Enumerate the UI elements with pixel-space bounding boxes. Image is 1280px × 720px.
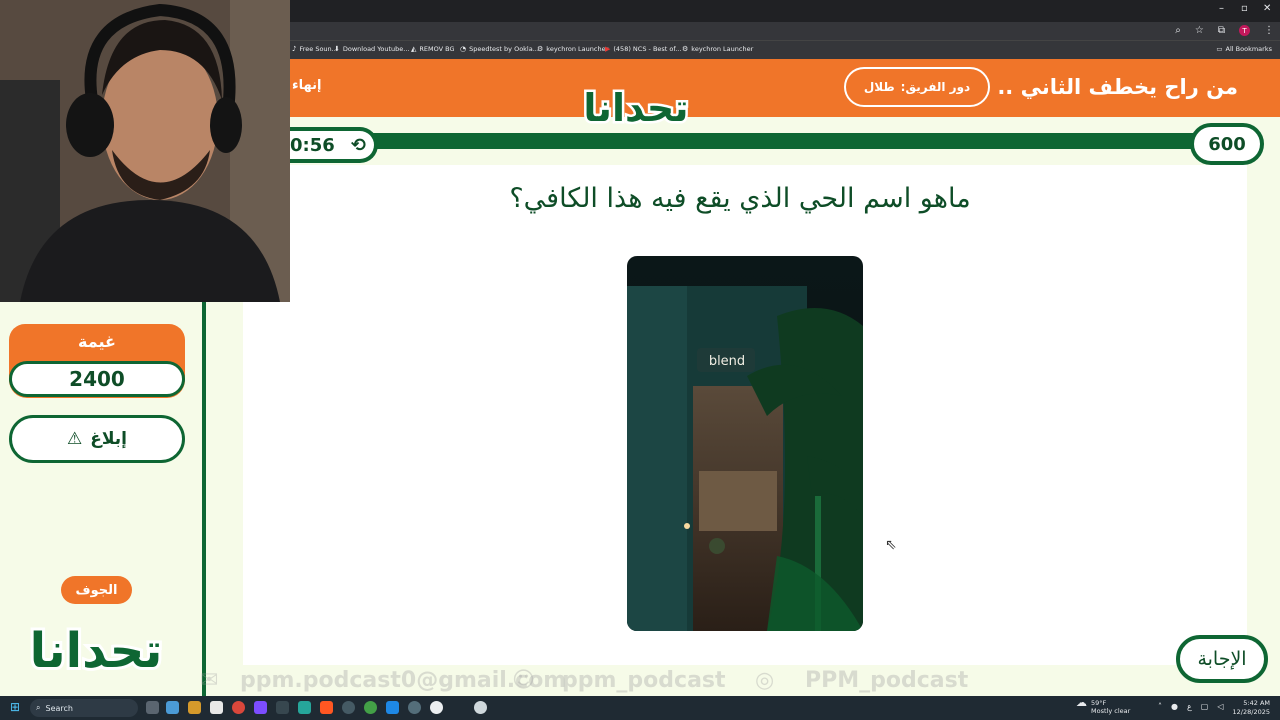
region-badge: الجوف: [61, 576, 132, 604]
chrome-icon[interactable]: [232, 701, 245, 714]
all-bookmarks-label: All Bookmarks: [1225, 45, 1272, 53]
watermark-snap: ppm_podcast: [562, 668, 726, 693]
app-icon[interactable]: [166, 701, 179, 714]
header-question: من راح يخطف الثاني ..: [997, 75, 1238, 99]
steam-icon[interactable]: [386, 701, 399, 714]
mail-icon: ✉: [200, 668, 219, 693]
bookmark-item[interactable]: ⚙ keychron Launcher: [537, 45, 608, 53]
question-text: ماهو اسم الحي الذي يقع فيه هذا الكافي؟: [509, 183, 971, 214]
question-points: 600: [1190, 123, 1264, 165]
microphone-icon[interactable]: ●: [1171, 702, 1178, 711]
app-icon[interactable]: [408, 701, 421, 714]
game-header: من راح يخطف الثاني .. دور الفريق: طلال إ…: [290, 59, 1280, 117]
bookmark-favicon-icon: ⚙: [682, 45, 689, 53]
app-icon[interactable]: [342, 701, 355, 714]
webcam-feed: [0, 0, 290, 302]
close-window-button[interactable]: ✕: [1263, 3, 1271, 14]
mouse-cursor-icon: ⇖: [885, 537, 897, 553]
cafe-photo: blend: [627, 256, 863, 631]
watermark-insta: PPM_podcast: [805, 668, 969, 693]
bookmark-item[interactable]: ⚙ keychron Launcher: [682, 45, 753, 53]
team-score: 2400: [9, 361, 185, 397]
report-button[interactable]: إبلاغ ⚠: [9, 415, 185, 463]
progress-bar: [290, 133, 1240, 149]
app-icon[interactable]: [474, 701, 487, 714]
clock-time: 5:42 AM: [1243, 699, 1270, 707]
screen: – ▫ ✕ ⌕ ☆ ⧉ T ⋮ ♪ Free Soun... ⬇ Download …: [0, 0, 1280, 720]
bookmark-item[interactable]: ⬇ Download Youtube...: [334, 45, 409, 53]
timer-value: 0:56: [290, 134, 335, 156]
cafe-sign-text: blend: [709, 354, 745, 369]
bookmark-star-icon[interactable]: ☆: [1195, 25, 1204, 36]
bookmark-favicon-icon: ◔: [460, 45, 467, 53]
end-game-button[interactable]: إنهاء: [290, 78, 330, 93]
obs-icon[interactable]: [430, 701, 443, 714]
volume-icon[interactable]: ◁: [1217, 702, 1223, 711]
search-icon: ⌕: [36, 703, 41, 712]
bookmark-item[interactable]: ◔ Speedtest by Ookla...: [460, 45, 539, 53]
weather-widget[interactable]: ☁ 59°F Mostly clear: [1076, 696, 1131, 715]
timer-reset-icon[interactable]: ⟲: [351, 135, 366, 156]
clock-date: 12/28/2025: [1232, 707, 1270, 716]
bookmark-label: keychron Launcher: [691, 45, 754, 53]
profile-avatar[interactable]: T: [1239, 25, 1250, 36]
bookmark-favicon-icon: ⬇: [334, 45, 340, 53]
weather-text: Mostly clear: [1091, 707, 1131, 715]
snapchat-icon: ☺: [512, 668, 535, 693]
team-sidebar: غيمة 2400 إبلاغ ⚠ الجوف تحدانا: [0, 299, 206, 696]
instagram-icon: ◎: [755, 668, 775, 693]
file-explorer-icon[interactable]: [188, 701, 201, 714]
team-turn-pill: دور الفريق: طلال: [844, 67, 990, 107]
webcam-overlay: [0, 0, 290, 302]
menu-icon[interactable]: ⋮: [1264, 25, 1274, 36]
brave-icon[interactable]: [320, 701, 333, 714]
bookmark-item[interactable]: ▶ (458) NCS - Best of...: [605, 45, 681, 53]
taskbar-search[interactable]: ⌕ Search: [30, 699, 138, 717]
folder-icon: ▭: [1216, 45, 1223, 53]
app-icon[interactable]: [298, 701, 311, 714]
extensions-icon[interactable]: ⧉: [1218, 25, 1225, 36]
team-name: غيمة: [78, 332, 116, 351]
bookmark-label: Speedtest by Ookla...: [469, 45, 539, 53]
language-indicator[interactable]: ع: [1187, 702, 1192, 711]
taskbar-clock[interactable]: 5:42 AM 12/28/2025: [1233, 699, 1270, 716]
question-photo: blend: [627, 256, 863, 631]
turn-team-name: طلال: [863, 80, 895, 94]
bookmark-label: Download Youtube...: [342, 45, 410, 53]
app-icon[interactable]: [364, 701, 377, 714]
restore-button[interactable]: ▫: [1241, 3, 1248, 14]
bookmark-favicon-icon: ◭: [411, 45, 417, 53]
system-tray: ˄ ● ع ▢ ◁: [1158, 702, 1223, 711]
bookmark-favicon-icon: ♪: [292, 45, 297, 53]
windows-taskbar: ⊞ ⌕ Search ☁ 59°F Mostly clear ˄ ● ع ▢ ◁…: [0, 696, 1280, 720]
network-icon[interactable]: ▢: [1201, 702, 1209, 711]
game-logo-text: تحدانا: [583, 86, 688, 130]
task-view-icon[interactable]: [146, 701, 159, 714]
timer: 0:56 ⟲: [290, 127, 378, 163]
app-icon[interactable]: [276, 701, 289, 714]
warning-icon: ⚠: [67, 429, 83, 449]
game-logo: تحدانا: [581, 84, 691, 132]
bookmark-item[interactable]: ◭ REMOV BG: [411, 45, 455, 53]
bookmark-label: (458) NCS - Best of...: [613, 45, 682, 53]
weather-temp: 59°F: [1091, 699, 1107, 707]
bookmark-label: REMOV BG: [419, 45, 455, 53]
app-icon[interactable]: [210, 701, 223, 714]
all-bookmarks-button[interactable]: ▭ All Bookmarks: [1216, 45, 1272, 53]
bookmark-favicon-icon: ▶: [605, 45, 611, 53]
bookmark-favicon-icon: ⚙: [537, 45, 544, 53]
turn-label: دور الفريق:: [900, 80, 971, 94]
search-placeholder: Search: [45, 703, 73, 713]
bookmark-item[interactable]: ♪ Free Soun...: [292, 45, 338, 53]
weather-icon: ☁: [1076, 696, 1087, 709]
stream-watermark: ✉ ppm.podcast0@gmail.com ☺ ppm_podcast ◎…: [0, 666, 1280, 696]
bookmark-label: keychron Launcher: [546, 45, 609, 53]
bookmark-label: Free Soun...: [299, 45, 338, 53]
start-icon[interactable]: ⊞: [10, 700, 20, 714]
minimize-button[interactable]: –: [1219, 3, 1224, 14]
zoom-icon[interactable]: ⌕: [1175, 25, 1181, 36]
report-label: إبلاغ: [90, 429, 127, 449]
chevron-up-icon[interactable]: ˄: [1158, 702, 1162, 711]
app-icon[interactable]: [254, 701, 267, 714]
